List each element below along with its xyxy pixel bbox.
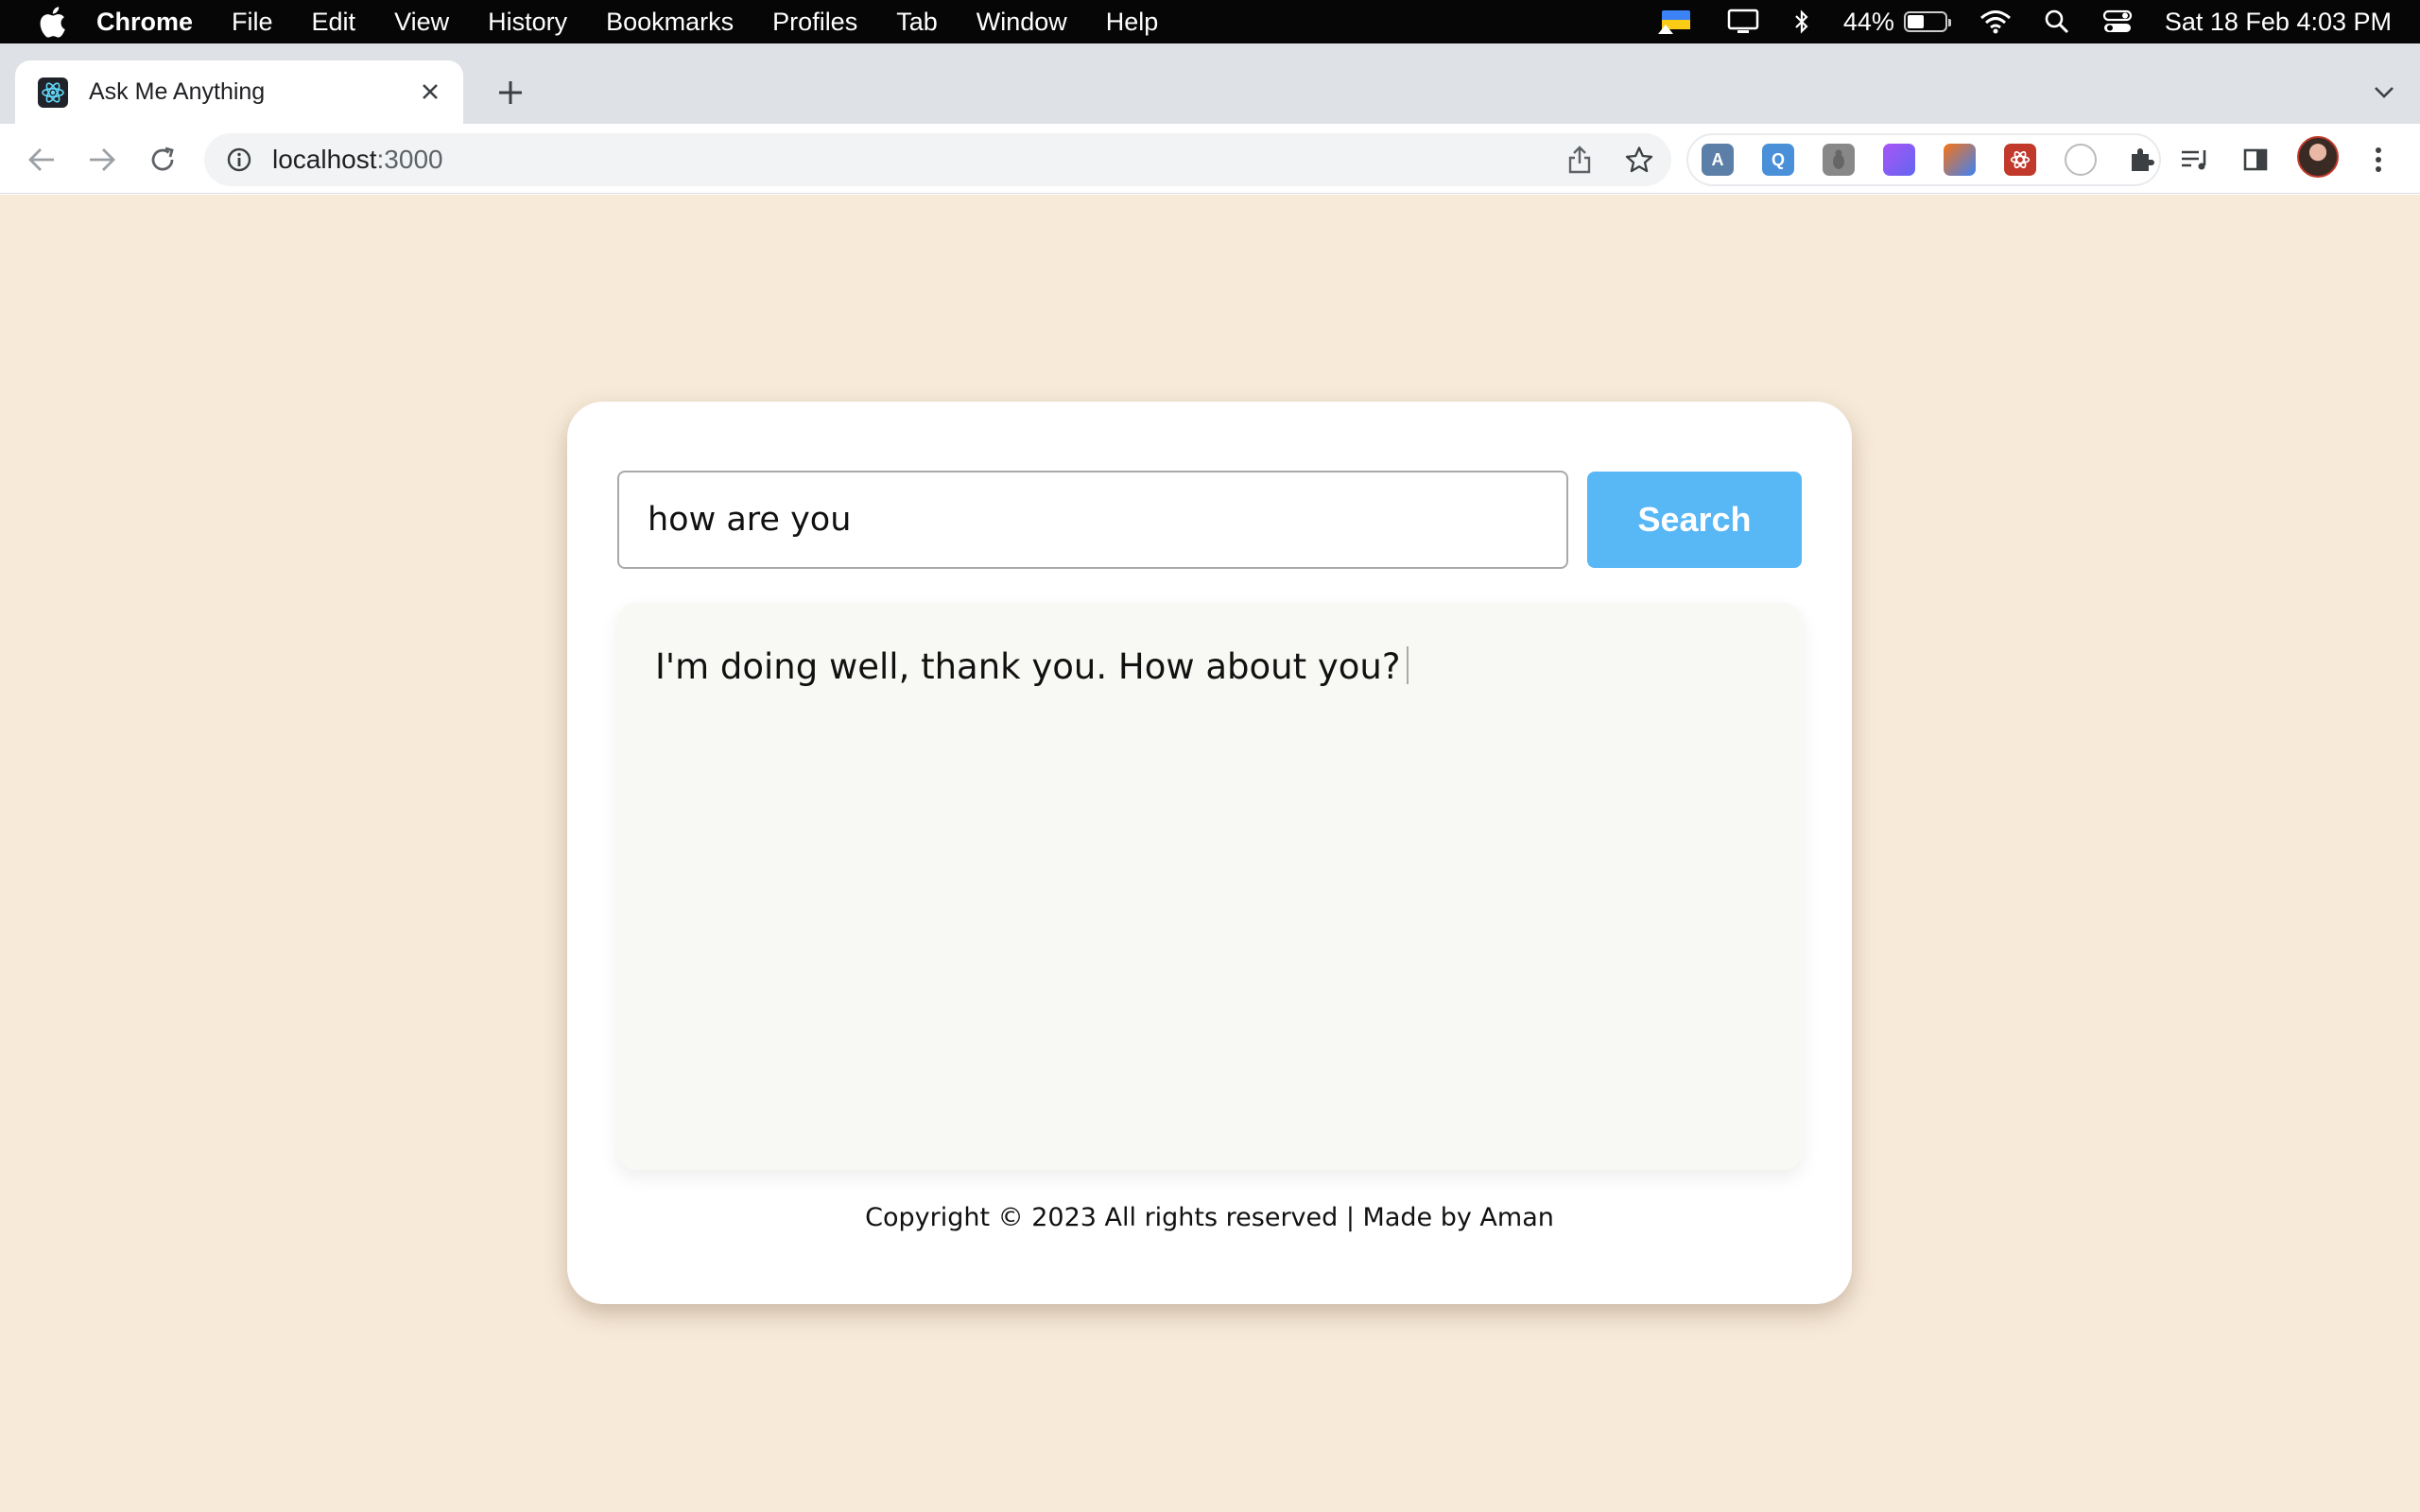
cast-status-icon[interactable] [1656, 8, 1694, 36]
new-tab-plus-icon[interactable] [492, 74, 529, 112]
forward-arrow-icon[interactable] [85, 143, 119, 177]
url-host: localhost [272, 145, 377, 174]
answer-container: I'm doing well, thank you. How about you… [655, 646, 1409, 687]
bluetooth-icon[interactable] [1792, 8, 1811, 36]
battery-percent: 44% [1842, 7, 1894, 36]
tab-title: Ask Me Anything [89, 78, 266, 105]
tab-active[interactable]: Ask Me Anything [15, 60, 463, 124]
site-info-icon[interactable] [225, 146, 253, 174]
menu-file[interactable]: File [232, 8, 273, 37]
url-text[interactable]: localhost:3000 [272, 145, 443, 175]
search-input[interactable] [617, 471, 1568, 569]
react-devtools-extension-icon[interactable] [2004, 144, 2036, 176]
extension-2-icon[interactable]: Q [1762, 144, 1794, 176]
camera-extension-icon[interactable] [2065, 144, 2097, 176]
react-favicon-icon [38, 77, 68, 108]
battery-indicator[interactable]: 44% [1842, 7, 1951, 37]
menu-help[interactable]: Help [1106, 8, 1159, 37]
profile-avatar[interactable] [2297, 136, 2339, 178]
battery-icon [1903, 11, 1951, 32]
color-picker-extension-icon[interactable] [1944, 144, 1976, 176]
spotlight-search-icon[interactable] [2044, 9, 2070, 35]
macos-menubar: Chrome File Edit View History Bookmarks … [0, 0, 2420, 43]
menu-edit[interactable]: Edit [312, 8, 356, 37]
side-panel-icon[interactable] [2238, 143, 2273, 177]
menu-profiles[interactable]: Profiles [772, 8, 857, 37]
url-port: :3000 [376, 145, 443, 174]
answer-box: I'm doing well, thank you. How about you… [617, 603, 1803, 1170]
answer-text: I'm doing well, thank you. How about you… [655, 646, 1401, 687]
search-button[interactable]: Search [1587, 472, 1802, 568]
browser-toolbar: localhost:3000 A Q [0, 124, 2420, 194]
page-background: Search I'm doing well, thank you. How ab… [0, 195, 2420, 1512]
menu-window[interactable]: Window [977, 8, 1067, 37]
tab-strip: Ask Me Anything [0, 43, 2420, 124]
address-bar[interactable]: localhost:3000 [204, 133, 1671, 186]
extension-1-icon[interactable]: A [1702, 144, 1734, 176]
clock[interactable]: Sat 18 Feb 4:03 PM [2165, 8, 2392, 37]
bookmark-star-icon[interactable] [1624, 145, 1654, 175]
apple-menu-icon[interactable] [36, 6, 68, 38]
typing-caret [1406, 646, 1409, 684]
display-icon[interactable] [1726, 8, 1760, 36]
status-area: 44% Sat 18 Feb 4:03 PM [1624, 0, 2392, 43]
menu-app-name[interactable]: Chrome [96, 8, 193, 37]
menu-history[interactable]: History [488, 8, 567, 37]
share-icon[interactable] [1565, 146, 1594, 174]
reading-list-icon[interactable] [2178, 143, 2212, 177]
chrome-menu-kebab-icon[interactable] [2361, 143, 2395, 177]
reload-icon[interactable] [146, 143, 180, 177]
footer-copyright: Copyright © 2023 All rights reserved | M… [865, 1203, 1554, 1232]
control-center-icon[interactable] [2102, 9, 2133, 35]
extensions-area: A Q [1686, 133, 2161, 186]
menu-view[interactable]: View [394, 8, 449, 37]
bug-extension-icon[interactable] [1823, 144, 1855, 176]
app-card: Search I'm doing well, thank you. How ab… [567, 402, 1852, 1304]
purple-extension-icon[interactable] [1883, 144, 1915, 176]
extensions-puzzle-icon[interactable] [2125, 144, 2157, 176]
back-arrow-icon[interactable] [25, 143, 59, 177]
tab-search-chevron-down-icon[interactable] [2369, 77, 2399, 108]
menu-tab[interactable]: Tab [896, 8, 938, 37]
tab-close-icon[interactable] [416, 77, 444, 106]
wifi-icon[interactable] [1979, 9, 2012, 35]
menu-bookmarks[interactable]: Bookmarks [606, 8, 734, 37]
